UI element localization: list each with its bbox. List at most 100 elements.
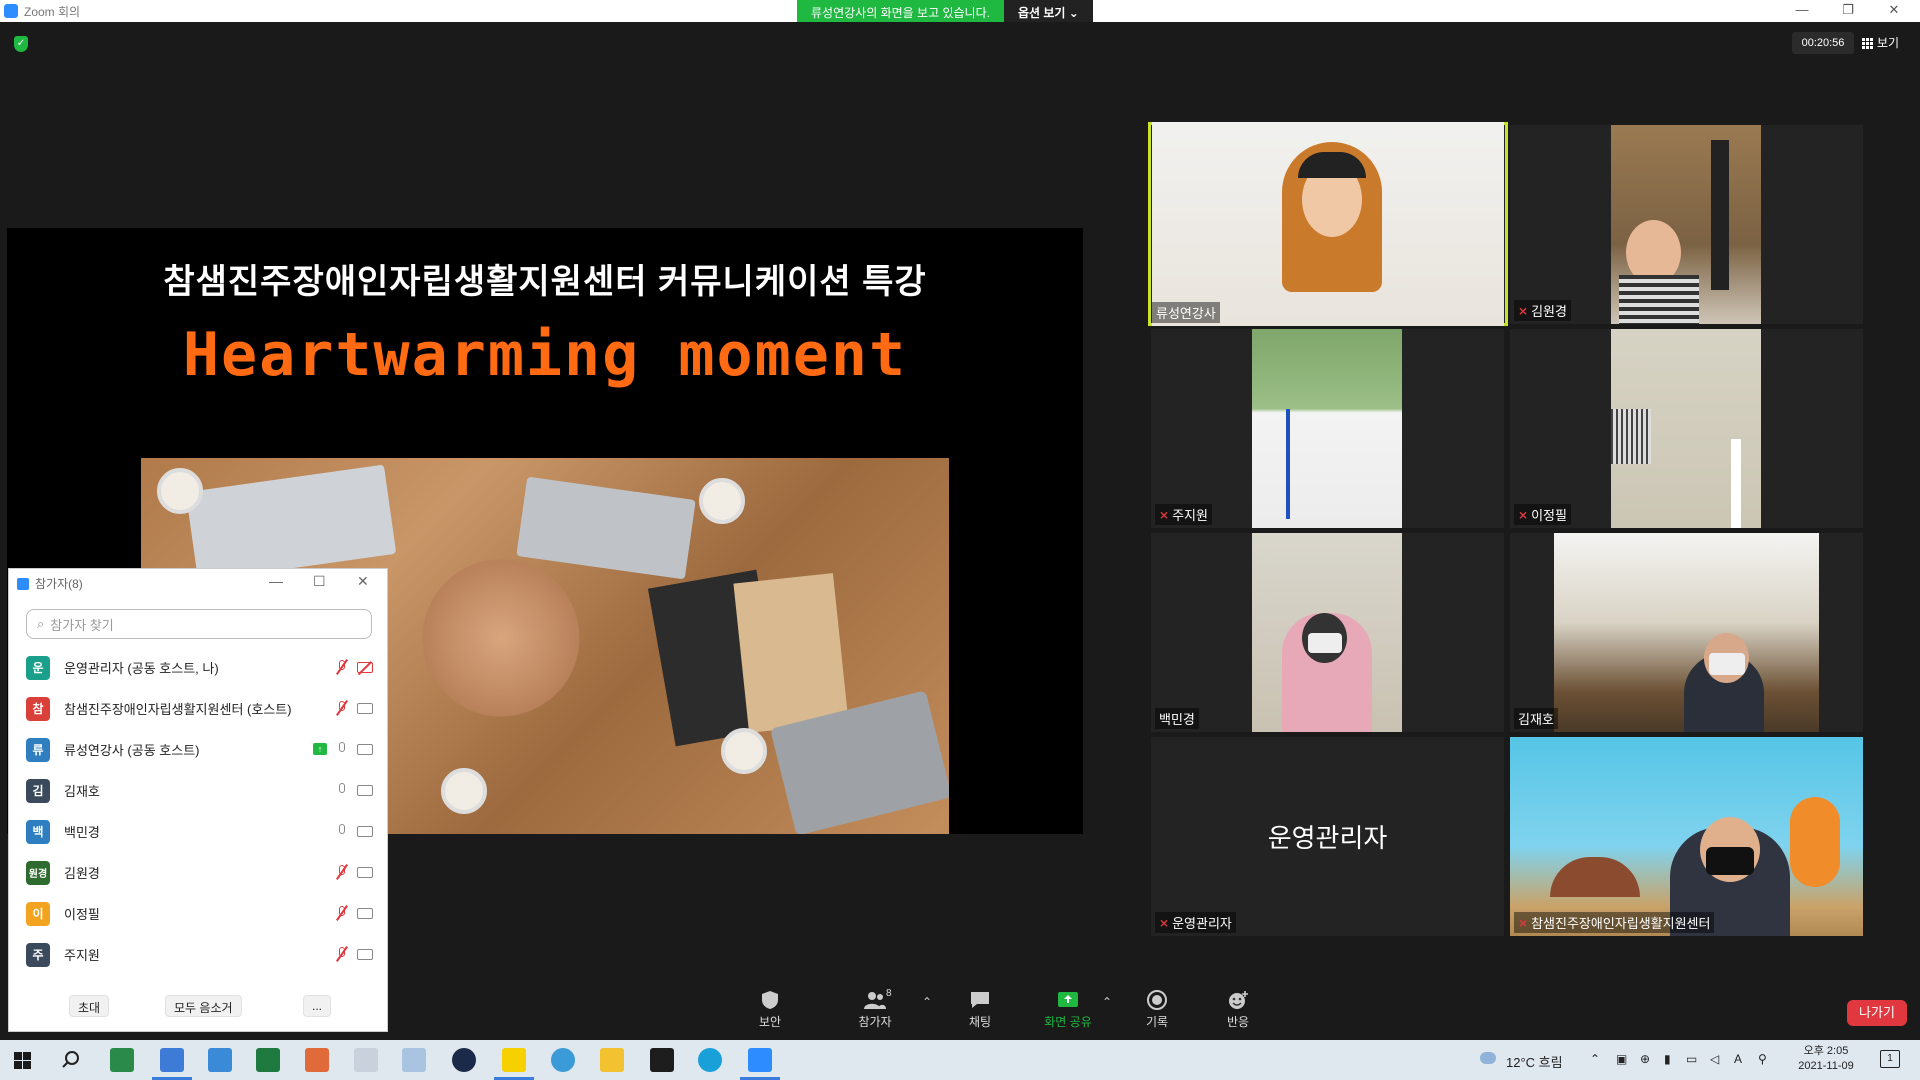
muted-mic-icon: ⨯ <box>1518 915 1529 930</box>
tray-mic-icon[interactable]: ▮ <box>1664 1052 1671 1066</box>
tray-monitor-icon[interactable]: ▭ <box>1686 1052 1697 1066</box>
search-icon[interactable] <box>62 1051 80 1069</box>
shield-icon <box>762 991 778 1009</box>
video-tile-name: ⨯ 운영관리자 <box>1155 912 1236 933</box>
volume-icon[interactable]: ◁ <box>1710 1052 1719 1066</box>
zoom-meeting-window: Zoom 회의 류성연강사의 화면을 보고 있습니다. 옵션 보기 ⌄ — ❐ … <box>0 0 1920 1080</box>
search-icon: ⌕ <box>37 616 45 631</box>
panel-minimize-button[interactable]: — <box>269 573 283 589</box>
camera-icon[interactable] <box>357 702 373 714</box>
taskbar-clock[interactable]: 오후 2:05 2021-11-09 <box>1796 1044 1856 1074</box>
participants-caret-icon[interactable]: ⌃ <box>922 995 932 1009</box>
close-button[interactable]: ✕ <box>1872 0 1916 22</box>
kakaotalk-icon[interactable] <box>494 1048 534 1080</box>
tray-chevron-icon[interactable]: ⌃ <box>1590 1052 1600 1066</box>
camera-icon[interactable] <box>357 784 373 796</box>
avatar: 류 <box>26 737 50 762</box>
record-button[interactable]: 기록 <box>1122 990 1192 1034</box>
video-tile-4[interactable]: ⨯ 이정필 <box>1510 329 1863 528</box>
sticky-app-icon[interactable] <box>650 1048 674 1072</box>
mic-icon[interactable] <box>337 824 347 838</box>
hangul-icon[interactable] <box>152 1048 192 1080</box>
video-tile-3[interactable]: ⨯ 주지원 <box>1151 329 1504 528</box>
zoom-app-icon <box>4 4 18 18</box>
participant-row[interactable]: 주 주지원 <box>9 934 387 975</box>
tray-extra-icon[interactable]: ⚲ <box>1758 1052 1767 1066</box>
chat-button[interactable]: 채팅 <box>945 990 1015 1034</box>
camera-off-icon[interactable] <box>357 661 373 673</box>
camera-icon[interactable] <box>357 866 373 878</box>
notes-app-icon[interactable] <box>402 1048 426 1072</box>
mic-icon[interactable] <box>337 742 347 756</box>
share-caret-icon[interactable]: ⌃ <box>1102 995 1112 1009</box>
minimize-button[interactable]: — <box>1780 0 1824 22</box>
share-screen-button[interactable]: 화면 공유 <box>1033 990 1103 1034</box>
slide-subtitle: Heartwarming moment <box>182 320 908 390</box>
participant-row[interactable]: 이 이정필 <box>9 893 387 934</box>
mic-muted-icon[interactable] <box>336 905 348 921</box>
excel-icon[interactable] <box>256 1048 280 1072</box>
share-screen-icon <box>1058 992 1078 1007</box>
video-tile-6[interactable]: 김재호 <box>1510 533 1863 732</box>
view-button[interactable]: 보기 <box>1862 32 1899 54</box>
record-icon <box>1147 990 1167 1010</box>
excel-addin-icon[interactable] <box>110 1048 134 1072</box>
feather-app-icon[interactable] <box>354 1048 378 1072</box>
video-tile-name: 백민경 <box>1155 708 1199 729</box>
video-tile-5[interactable]: 백민경 <box>1151 533 1504 732</box>
camera-icon[interactable] <box>357 948 373 960</box>
reactions-button[interactable]: 반응 <box>1203 990 1273 1034</box>
file-explorer-icon[interactable] <box>600 1048 624 1072</box>
powerpoint-icon[interactable] <box>305 1048 329 1072</box>
participant-row[interactable]: 류 류성연강사 (공동 호스트) ↑ <box>9 729 387 770</box>
video-tile-7[interactable]: 운영관리자 ⨯ 운영관리자 <box>1151 737 1504 936</box>
participant-name: 이정필 <box>64 907 100 922</box>
weather-text[interactable]: 12°C 흐림 <box>1506 1052 1563 1071</box>
more-options-button[interactable]: ... <box>303 995 332 1017</box>
mic-icon[interactable] <box>337 783 347 797</box>
tray-network-icon[interactable]: ⊕ <box>1640 1052 1650 1066</box>
participant-row[interactable]: 김 김재호 <box>9 770 387 811</box>
participant-row[interactable]: 참 참샘진주장애인자립생활지원센터 (호스트) <box>9 688 387 729</box>
tray-app-icon[interactable]: ▣ <box>1616 1052 1627 1066</box>
mute-all-button[interactable]: 모두 음소거 <box>165 995 242 1017</box>
participants-panel-title: 참가자(8) <box>17 575 83 592</box>
participant-row[interactable]: 백 백민경 <box>9 811 387 852</box>
leave-meeting-button[interactable]: 나가기 <box>1847 1000 1907 1026</box>
video-tile-1[interactable]: 류성연강사 <box>1148 122 1508 326</box>
mic-muted-icon[interactable] <box>336 946 348 962</box>
camera-icon[interactable] <box>357 907 373 919</box>
maximize-button[interactable]: ❐ <box>1826 0 1870 22</box>
participant-name: 주지원 <box>64 948 100 963</box>
edge-icon[interactable] <box>698 1048 722 1072</box>
editor-icon[interactable] <box>208 1048 232 1072</box>
video-tile-8[interactable]: ⨯ 참샘진주장애인자립생활지원센터 <box>1510 737 1863 936</box>
camera-icon[interactable] <box>357 825 373 837</box>
panel-close-button[interactable]: ✕ <box>357 573 369 590</box>
avatar: 백 <box>26 819 50 844</box>
avatar: 참 <box>26 696 50 721</box>
windows-start-icon[interactable] <box>14 1052 31 1069</box>
participant-row[interactable]: 원경 김원경 <box>9 852 387 893</box>
camera-icon[interactable] <box>357 743 373 755</box>
panel-maximize-button[interactable]: ☐ <box>313 573 326 590</box>
input-method-icon[interactable]: A <box>1734 1052 1742 1066</box>
sharing-icon: ↑ <box>313 743 327 755</box>
participants-button[interactable]: 8 참가자 <box>840 988 910 1034</box>
mic-muted-icon[interactable] <box>336 659 348 675</box>
invite-button[interactable]: 초대 <box>69 995 110 1017</box>
security-button[interactable]: 보안 <box>735 990 805 1034</box>
video-tile-2[interactable]: ⨯ 김원경 <box>1510 125 1863 324</box>
view-label: 보기 <box>1877 36 1900 50</box>
participant-search-input[interactable]: ⌕ 참가자 찾기 <box>26 609 372 639</box>
view-options-button[interactable]: 옵션 보기 ⌄ <box>1003 0 1093 22</box>
participant-row[interactable]: 운 운영관리자 (공동 호스트, 나) <box>9 647 387 688</box>
mic-muted-icon[interactable] <box>336 864 348 880</box>
notification-center-icon[interactable]: 1 <box>1880 1050 1900 1068</box>
internet-explorer-icon[interactable] <box>551 1048 575 1072</box>
encryption-shield-icon[interactable]: ✓ <box>14 36 28 52</box>
mic-muted-icon[interactable] <box>336 700 348 716</box>
zoom-taskbar-icon[interactable] <box>740 1048 780 1080</box>
avatar: 주 <box>26 942 50 967</box>
player-icon[interactable] <box>452 1048 476 1072</box>
